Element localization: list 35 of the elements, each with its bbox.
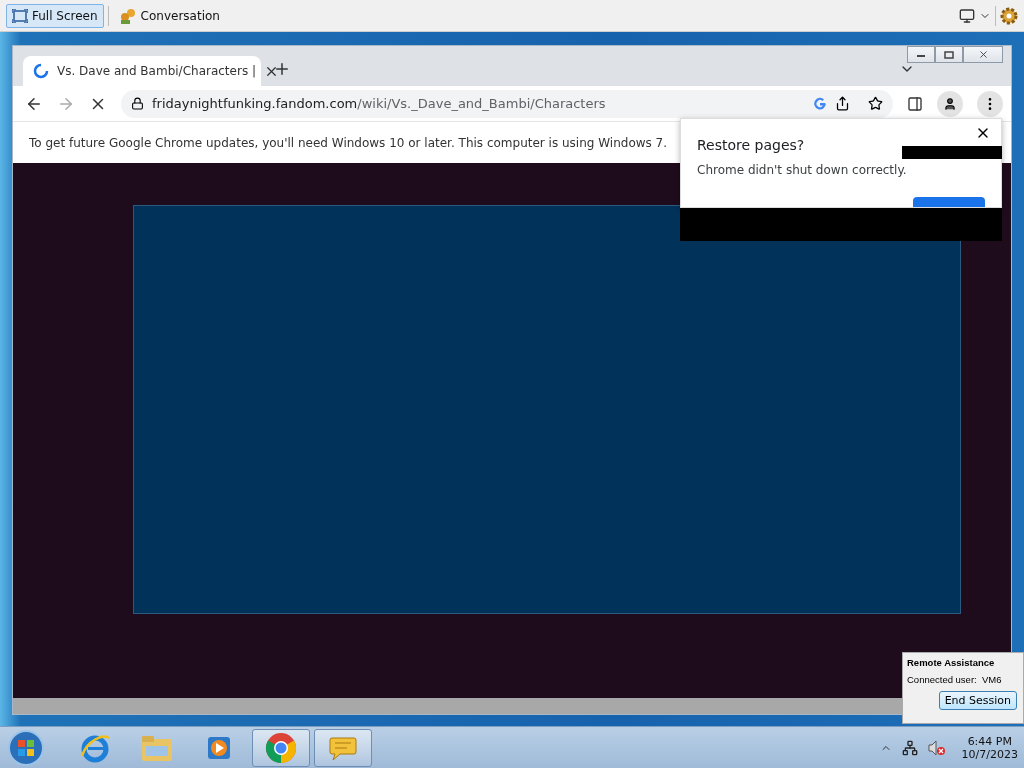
- maximize-icon: [944, 50, 954, 59]
- muted-speaker-icon[interactable]: [927, 739, 946, 756]
- toolbar-button[interactable]: Conversation: [112, 3, 226, 28]
- toolbar-button[interactable]: Full Screen: [6, 3, 104, 28]
- bookmark-star-icon[interactable]: [868, 96, 883, 111]
- update-notice: To get future Google Chrome updates, you'll need Windows 10 or later. This computer is using Windows 7.: [29, 135, 668, 150]
- side-panel-icon[interactable]: [907, 95, 923, 112]
- close-icon: [977, 49, 989, 60]
- close-button[interactable]: [963, 46, 1003, 63]
- tab-title: Vs. Dave and Bambi/Characters |: [57, 64, 256, 78]
- end-session-button[interactable]: End Session: [938, 691, 1017, 710]
- monitor-icon[interactable]: [959, 7, 975, 24]
- fullscreen-icon: [12, 8, 28, 23]
- connection-status: Connected user: VM6: [907, 674, 1003, 685]
- gear-icon[interactable]: [1000, 6, 1018, 25]
- google-icon[interactable]: [813, 96, 827, 111]
- network-icon[interactable]: [901, 739, 918, 756]
- lock-icon: [131, 97, 144, 110]
- people-icon: [118, 7, 137, 24]
- menu-button[interactable]: [977, 90, 1003, 117]
- person-icon: [943, 96, 957, 111]
- taskbar-app-button[interactable]: [252, 728, 310, 767]
- chrome-icon: [265, 731, 297, 764]
- profile-button[interactable]: [937, 90, 963, 117]
- address-bar[interactable]: fridaynightfunking.fandom.com/wiki/Vs._Dave_and_Bambi/Characters: [121, 89, 893, 118]
- minimize-button[interactable]: [907, 46, 935, 63]
- panel-title: Remote Assistance: [907, 657, 996, 668]
- dialog-title: Restore pages?: [697, 137, 806, 153]
- taskbar-app-button[interactable]: [314, 728, 372, 767]
- dialog-message: Chrome didn't shut down correctly.: [697, 163, 908, 177]
- new-tab-icon[interactable]: [273, 60, 291, 78]
- maximize-button[interactable]: [935, 46, 963, 63]
- share-icon[interactable]: [835, 96, 850, 111]
- clock[interactable]: 6:44 PM 10/7/2023: [961, 734, 1018, 761]
- url-text: fridaynightfunking.fandom.com/wiki/Vs._Dave_and_Bambi/Characters: [152, 96, 607, 111]
